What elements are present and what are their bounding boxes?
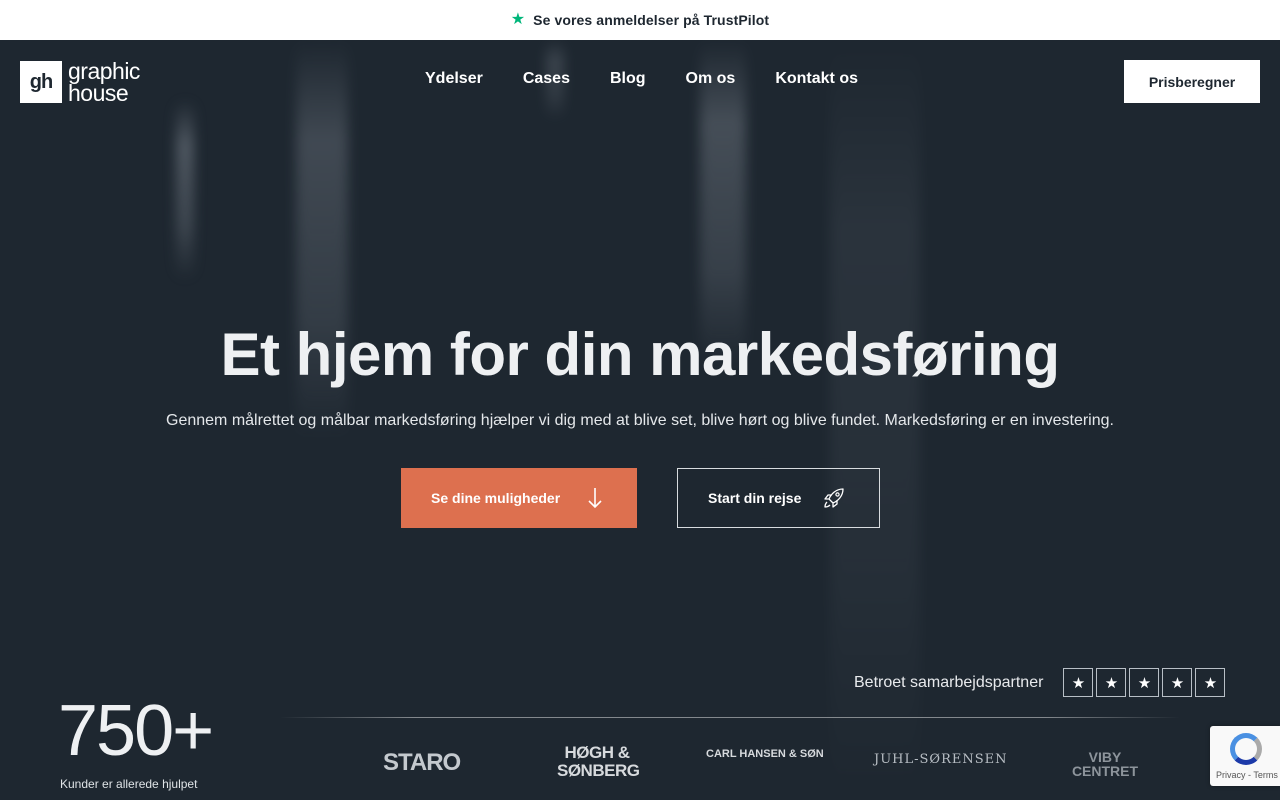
- rating-stars: ★ ★ ★ ★ ★: [1063, 668, 1226, 697]
- rocket-icon: [823, 487, 845, 509]
- partner-logo-carl-hansen: CARL HANSEN & SØN: [706, 748, 824, 760]
- customers-count: 750+: [58, 691, 214, 771]
- partner-logo-staro: STARO: [383, 749, 461, 776]
- trustpilot-banner-text[interactable]: Se vores anmeldelser på TrustPilot: [533, 12, 769, 28]
- hero-subtitle: Gennem målrettet og målbar markedsføring…: [166, 412, 1114, 429]
- recaptcha-badge[interactable]: Privacy - Terms: [1210, 726, 1280, 786]
- partner-logos: STARO HØGH & SØNBERG CARL HANSEN & SØN J…: [340, 742, 1170, 787]
- star-icon: ★: [1129, 668, 1160, 697]
- trust-rating: Betroet samarbejdspartner ★ ★ ★ ★ ★: [854, 668, 1226, 697]
- partner-logo-juhl-sorensen: JUHL-SØRENSEN: [874, 752, 1008, 767]
- trustpilot-banner[interactable]: ★ Se vores anmeldelser på TrustPilot: [0, 0, 1280, 40]
- partner-logo-viby-centret: VIBY CENTRET: [1071, 749, 1139, 779]
- star-icon: ★: [1195, 668, 1226, 697]
- logo-wordmark: graphic house: [68, 58, 140, 106]
- nav-item-cases[interactable]: Cases: [523, 70, 570, 88]
- customers-label: Kunder er allerede hjulpet: [60, 777, 198, 791]
- section-divider: [280, 717, 1180, 718]
- start-journey-label: Start din rejse: [708, 490, 802, 506]
- star-icon: ★: [1162, 668, 1193, 697]
- star-icon: ★: [1096, 668, 1127, 697]
- star-icon: ★: [510, 11, 526, 28]
- prisberegner-button[interactable]: Prisberegner: [1124, 60, 1260, 103]
- arrow-down-icon: [588, 487, 602, 509]
- recaptcha-icon: [1230, 733, 1262, 765]
- logo-mark: gh: [20, 61, 62, 103]
- nav-item-ydelser[interactable]: Ydelser: [425, 70, 483, 88]
- site-header: gh graphic house Ydelser Cases Blog Om o…: [0, 40, 1280, 124]
- star-icon: ★: [1063, 668, 1094, 697]
- trust-label: Betroet samarbejdspartner: [854, 673, 1044, 691]
- see-options-button[interactable]: Se dine muligheder: [401, 468, 637, 528]
- hero-title: Et hjem for din markedsføring: [220, 321, 1060, 388]
- nav-item-kontakt-os[interactable]: Kontakt os: [775, 70, 858, 88]
- nav-item-om-os[interactable]: Om os: [686, 70, 736, 88]
- logo-line-1: graphic: [68, 58, 140, 84]
- logo-line-2: house: [68, 80, 129, 106]
- see-options-label: Se dine muligheder: [431, 490, 561, 506]
- background-light-streak: [176, 100, 194, 280]
- recaptcha-terms[interactable]: Privacy - Terms: [1216, 770, 1278, 780]
- logo[interactable]: gh graphic house: [20, 58, 140, 106]
- main-nav: Ydelser Cases Blog Om os Kontakt os: [425, 70, 858, 88]
- partner-logo-hogh-sonberg: HØGH & SØNBERG: [557, 743, 640, 780]
- nav-item-blog[interactable]: Blog: [610, 70, 646, 88]
- start-journey-button[interactable]: Start din rejse: [677, 468, 880, 528]
